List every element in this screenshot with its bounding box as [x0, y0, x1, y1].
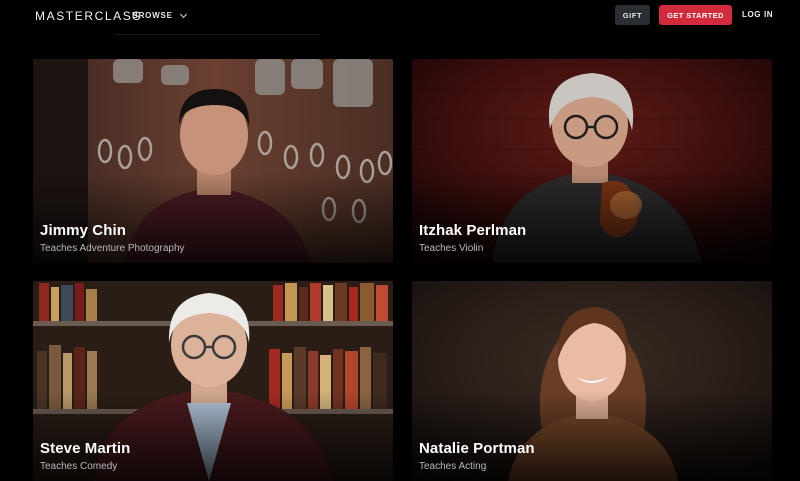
get-started-button[interactable]: GET STARTED [659, 5, 732, 25]
instructor-name: Itzhak Perlman [419, 222, 527, 239]
instructor-subtitle: Teaches Violin [419, 243, 484, 254]
instructor-card-natalie-portman[interactable]: Natalie Portman Teaches Acting [412, 281, 772, 481]
top-nav: MASTERCLASS BROWSE GIFT GET STARTED LOG … [0, 0, 800, 32]
login-button[interactable]: LOG IN [742, 10, 773, 19]
masterclass-logo[interactable]: MASTERCLASS [35, 9, 142, 23]
instructor-name: Steve Martin [40, 440, 131, 457]
instructor-name: Jimmy Chin [40, 222, 127, 239]
instructor-name: Natalie Portman [419, 440, 535, 457]
gift-button[interactable]: GIFT [615, 5, 650, 25]
browse-menu[interactable]: BROWSE [132, 10, 187, 20]
instructor-subtitle: Teaches Acting [419, 461, 487, 472]
instructor-card-jimmy-chin[interactable]: Jimmy Chin Teaches Adventure Photography [33, 59, 393, 263]
chevron-down-icon [179, 10, 187, 18]
browse-label: BROWSE [132, 11, 173, 20]
instructor-subtitle: Teaches Comedy [40, 461, 118, 472]
instructor-card-itzhak-perlman[interactable]: Itzhak Perlman Teaches Violin [412, 59, 772, 263]
divider [115, 34, 320, 35]
instructor-subtitle: Teaches Adventure Photography [40, 243, 185, 254]
instructor-card-steve-martin[interactable]: Steve Martin Teaches Comedy [33, 281, 393, 481]
